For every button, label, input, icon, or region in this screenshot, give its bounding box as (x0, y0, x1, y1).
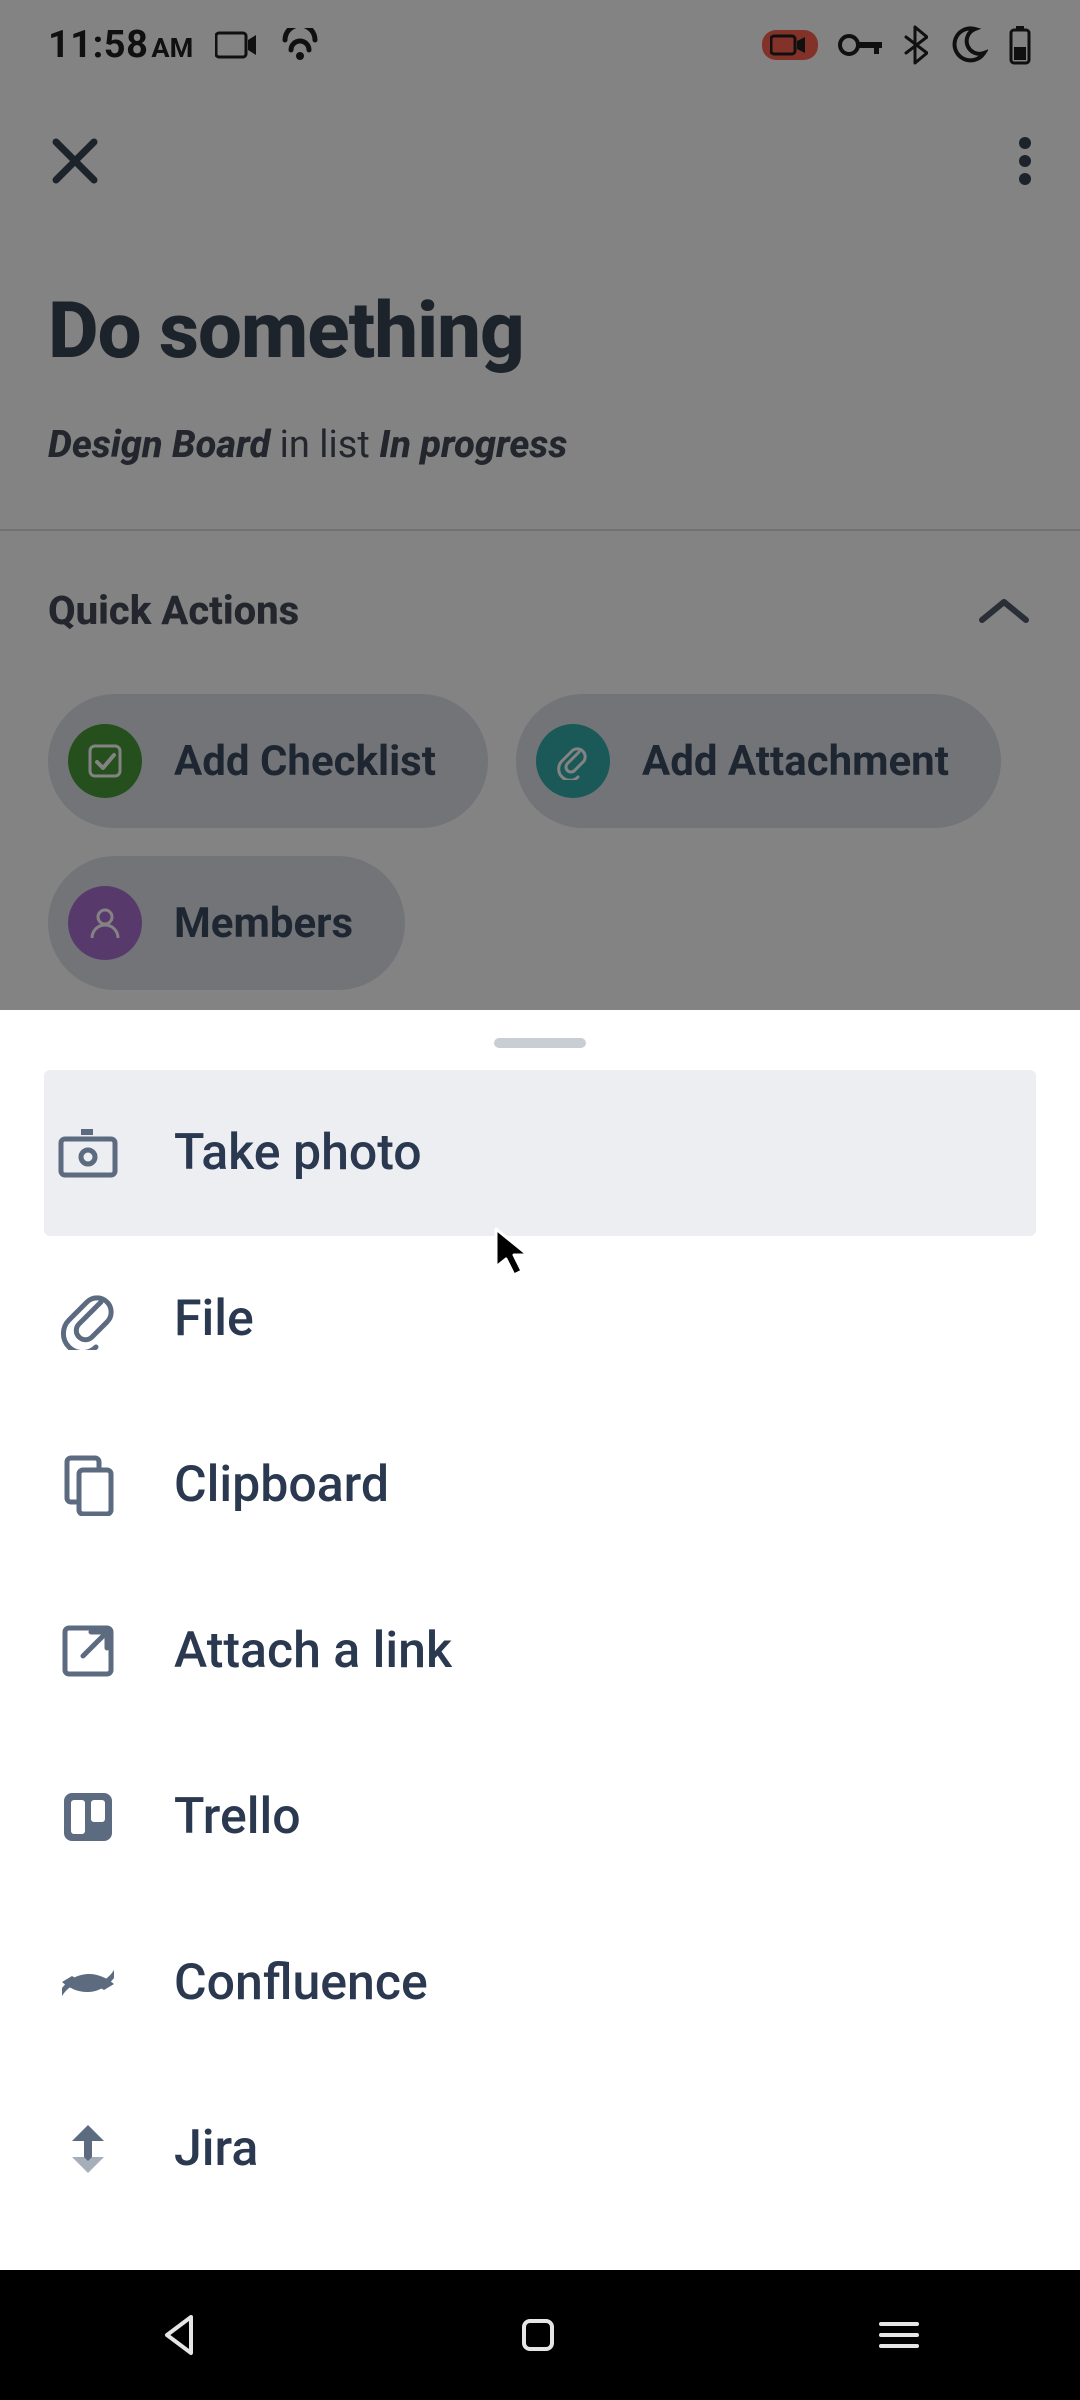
confluence-item[interactable]: Confluence (0, 1900, 1080, 2066)
file-item[interactable]: File (0, 1236, 1080, 1402)
sheet-item-label: File (174, 1290, 254, 1348)
sheet-drag-handle[interactable] (494, 1038, 586, 1048)
clipboard-icon (56, 1454, 120, 1516)
sheet-item-label: Confluence (174, 1954, 428, 2012)
clipboard-item[interactable]: Clipboard (0, 1402, 1080, 1568)
jira-item[interactable]: Jira (0, 2066, 1080, 2232)
home-button[interactable] (518, 2315, 558, 2355)
sheet-item-label: Attach a link (174, 1622, 452, 1680)
sheet-item-label: Clipboard (174, 1456, 389, 1514)
take-photo-item[interactable]: Take photo (44, 1070, 1036, 1236)
link-out-icon (56, 1622, 120, 1680)
recent-apps-button[interactable] (877, 2318, 921, 2352)
trello-icon (56, 1789, 120, 1845)
attach-link-item[interactable]: Attach a link (0, 1568, 1080, 1734)
attachment-picker-sheet: Take photo File Clipboard Attach a link (0, 1010, 1080, 2270)
android-nav-bar (0, 2270, 1080, 2400)
back-button[interactable] (159, 2313, 199, 2357)
sheet-item-label: Take photo (174, 1124, 422, 1182)
trello-item[interactable]: Trello (0, 1734, 1080, 1900)
jira-icon (56, 2121, 120, 2177)
paperclip-icon (56, 1288, 120, 1350)
sheet-item-label: Jira (174, 2120, 258, 2178)
camera-icon (56, 1127, 120, 1179)
sheet-item-label: Trello (174, 1788, 301, 1846)
confluence-icon (56, 1956, 120, 2010)
